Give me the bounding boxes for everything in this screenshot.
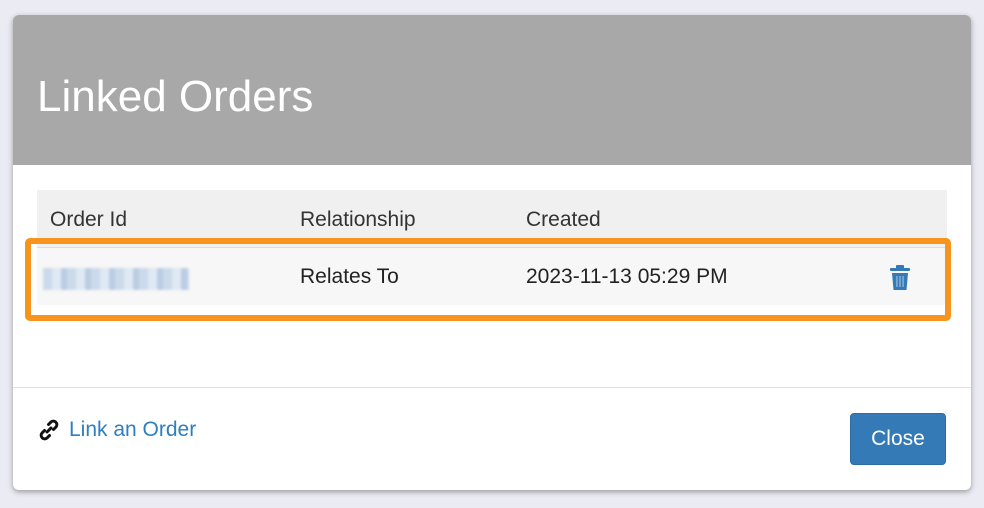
order-id-link-redacted[interactable] <box>43 268 189 290</box>
modal-title: Linked Orders <box>37 72 314 121</box>
linked-orders-modal: Linked Orders Order Id Relationship Crea… <box>13 15 971 490</box>
column-header-order-id: Order Id <box>50 208 128 231</box>
close-button[interactable]: Close <box>850 413 946 465</box>
linked-orders-table: Order Id Relationship Created Relates To… <box>37 190 947 305</box>
created-cell: 2023-11-13 05:29 PM <box>526 265 728 288</box>
relationship-cell: Relates To <box>300 265 399 288</box>
table-row: Relates To 2023-11-13 05:29 PM <box>37 247 947 305</box>
modal-footer: Link an Order Close <box>13 387 971 490</box>
link-an-order-label: Link an Order <box>69 418 197 441</box>
trash-icon[interactable] <box>888 265 912 291</box>
column-header-relationship: Relationship <box>300 208 416 231</box>
column-header-created: Created <box>526 208 601 231</box>
link-an-order-link[interactable]: Link an Order <box>37 418 196 442</box>
table-header-row: Order Id Relationship Created <box>37 190 947 247</box>
modal-header: Linked Orders <box>13 15 971 165</box>
link-icon <box>39 419 59 441</box>
